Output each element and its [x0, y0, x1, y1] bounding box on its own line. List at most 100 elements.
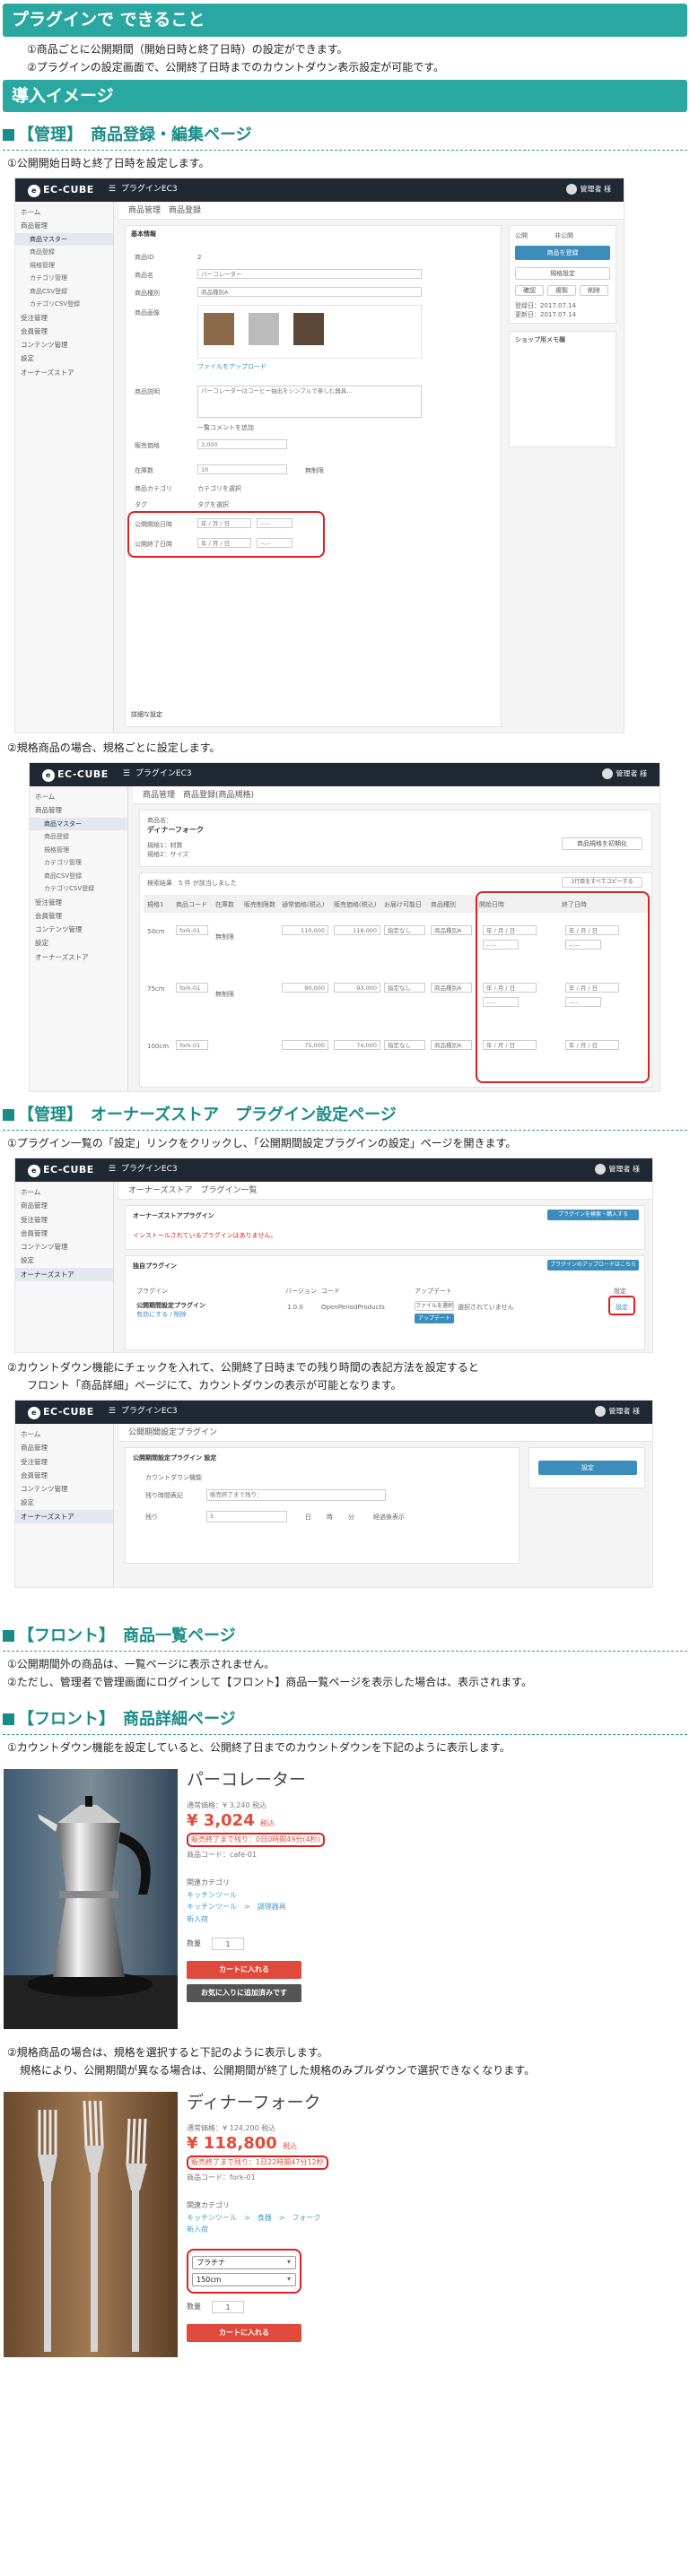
row2-unlimited[interactable]: 無制限	[215, 990, 234, 1000]
user-menu[interactable]: 管理者 様	[566, 184, 611, 195]
delete-button[interactable]: 削除	[580, 285, 608, 296]
sidebar-item-orders[interactable]: 受注管理	[15, 1213, 113, 1227]
row3-delivery-select[interactable]: 指定なし	[384, 1040, 425, 1050]
sidebar-item-cat-csv[interactable]: カテゴリCSV登録	[15, 298, 113, 311]
row3-kind-select[interactable]: 商品種別A	[431, 1040, 472, 1050]
image-dropzone[interactable]	[197, 305, 422, 359]
category-link-1[interactable]: キッチンツール > 食器 > フォーク	[187, 2212, 348, 2225]
add-to-cart-button[interactable]: カートに入れる	[187, 1961, 301, 1980]
material-select[interactable]: プラチナ	[192, 2255, 296, 2269]
file-select-button[interactable]: ファイルを選択	[415, 1301, 454, 1311]
sidebar-item-class[interactable]: 規格管理	[30, 844, 127, 857]
sidebar-item-contents[interactable]: コンテンツ管理	[15, 1482, 113, 1496]
row2-normal-price[interactable]: 90,000	[282, 983, 328, 993]
menu-icon[interactable]: ☰	[123, 768, 130, 781]
countdown-checkbox[interactable]: カウントダウン機能	[145, 1473, 202, 1483]
sidebar-item-cat-csv[interactable]: カテゴリCSV登録	[30, 882, 127, 896]
row2-kind-select[interactable]: 商品種別A	[431, 983, 472, 993]
sidebar-item-orders[interactable]: 受注管理	[15, 311, 113, 325]
menu-icon[interactable]: ☰	[109, 184, 116, 196]
sidebar-item-orders[interactable]: 受注管理	[30, 896, 127, 909]
spec-button[interactable]: 規格設定	[515, 267, 610, 280]
category-link-1[interactable]: キッチンツール	[187, 1889, 348, 1902]
sidebar-item-product-register[interactable]: 商品登録	[30, 830, 127, 844]
row1-kind-select[interactable]: 商品種別A	[431, 925, 472, 935]
tag-select[interactable]: タグを選択	[197, 500, 229, 510]
user-menu[interactable]: 管理者 様	[595, 1406, 640, 1418]
save-product-button[interactable]: 商品を登録	[515, 246, 610, 260]
detail-settings-toggle[interactable]: 詳細な設定	[131, 710, 162, 720]
stock-input[interactable]: 10	[197, 464, 287, 474]
sidebar-item-home[interactable]: ホーム	[30, 790, 127, 803]
row1-unlimited[interactable]: 無制限	[215, 932, 234, 942]
product-type-select[interactable]: 商品種別A	[197, 287, 422, 297]
row1-sale-price[interactable]: 118,000	[334, 925, 380, 935]
favorite-button[interactable]: お気に入りに追加済みです	[187, 1984, 301, 2003]
price-input[interactable]: 3,000	[197, 439, 287, 449]
user-menu[interactable]: 管理者 様	[602, 768, 647, 780]
public-radio[interactable]: 公開	[515, 231, 528, 241]
category-link-2[interactable]: キッチンツール > 調理器具	[187, 1901, 348, 1913]
sidebar-item-product-master[interactable]: 商品マスター	[30, 817, 127, 830]
sidebar-item-products[interactable]: 商品管理	[15, 219, 113, 232]
sidebar-item-settings[interactable]: 設定	[15, 1253, 113, 1267]
sidebar-item-contents[interactable]: コンテンツ管理	[15, 338, 113, 351]
private-radio[interactable]: 非公開	[555, 231, 573, 241]
quantity-input[interactable]: 1	[212, 1938, 244, 1951]
sidebar-item-contents[interactable]: コンテンツ管理	[30, 923, 127, 936]
row1-normal-price[interactable]: 110,000	[282, 925, 328, 935]
size-select[interactable]: 150cm	[192, 2272, 296, 2286]
reset-class-button[interactable]: 商品規格を初期化	[562, 837, 642, 850]
sidebar-item-home[interactable]: ホーム	[15, 205, 113, 219]
sidebar-item-products[interactable]: 商品管理	[15, 1441, 113, 1454]
sidebar-item-customers[interactable]: 会員管理	[15, 325, 113, 338]
sidebar-item-category[interactable]: カテゴリ管理	[30, 856, 127, 870]
radio-hour[interactable]: 時	[327, 1513, 333, 1522]
sidebar-item-products[interactable]: 商品管理	[30, 803, 127, 817]
row1-delivery-select[interactable]: 指定なし	[384, 925, 425, 935]
save-setting-button[interactable]: 設定	[538, 1461, 637, 1475]
sidebar-item-orders[interactable]: 受注管理	[15, 1455, 113, 1469]
category-link-2[interactable]: 新入荷	[187, 2224, 348, 2236]
remaining-input[interactable]: 5	[206, 1511, 287, 1522]
add-comment-link[interactable]: 一覧コメントを追加	[197, 423, 254, 433]
preview-button[interactable]: 確認	[515, 285, 544, 296]
sidebar-item-products[interactable]: 商品管理	[15, 1199, 113, 1212]
sidebar-item-store[interactable]: オーナーズストア	[15, 366, 113, 379]
row2-delivery-select[interactable]: 指定なし	[384, 983, 425, 993]
product-name-input[interactable]: パーコレーター	[197, 269, 422, 279]
sidebar-item-category[interactable]: カテゴリ管理	[15, 272, 113, 285]
sidebar-item-customers[interactable]: 会員管理	[30, 909, 127, 923]
upload-link[interactable]: ファイルをアップロード	[197, 362, 266, 372]
search-plugin-button[interactable]: プラグインを検索・購入する	[547, 1210, 639, 1220]
update-plugin-button[interactable]: アップデート	[415, 1314, 454, 1323]
sidebar-item-settings[interactable]: 設定	[15, 351, 113, 365]
row3-normal-price[interactable]: 75,000	[282, 1040, 328, 1050]
sidebar-item-store[interactable]: オーナーズストア	[15, 1267, 113, 1281]
sidebar-item-product-register[interactable]: 商品登録	[15, 246, 113, 259]
menu-icon[interactable]: ☰	[109, 1164, 116, 1176]
sidebar-item-customers[interactable]: 会員管理	[15, 1469, 113, 1482]
row2-code-input[interactable]: fork-01	[176, 983, 208, 993]
add-to-cart-button[interactable]: カートに入れる	[187, 2323, 301, 2342]
sidebar-item-csv[interactable]: 商品CSV登録	[15, 285, 113, 299]
sidebar-item-csv[interactable]: 商品CSV登録	[30, 870, 127, 883]
sidebar-item-contents[interactable]: コンテンツ管理	[15, 1240, 113, 1253]
quantity-input[interactable]: 1	[212, 2300, 244, 2313]
row2-sale-price[interactable]: 93,000	[334, 983, 380, 993]
copy-first-row-button[interactable]: 1行目をすべてコピーする	[562, 877, 642, 888]
label-text-input[interactable]: 販売終了まで残り：	[206, 1489, 386, 1501]
row3-code-input[interactable]: fork-01	[176, 1040, 208, 1050]
product-desc-textarea[interactable]: パーコレーターはコーヒー抽出をシンプルで楽しむ器具…	[197, 386, 422, 418]
unlimited-checkbox[interactable]: 無制限	[305, 466, 324, 476]
sidebar-item-product-master[interactable]: 商品マスター	[15, 232, 113, 246]
copy-button[interactable]: 複製	[547, 285, 576, 296]
user-menu[interactable]: 管理者 様	[595, 1164, 640, 1175]
sidebar-item-settings[interactable]: 設定	[15, 1496, 113, 1509]
sidebar-item-settings[interactable]: 設定	[30, 936, 127, 950]
sidebar-item-store[interactable]: オーナーズストア	[15, 1509, 113, 1523]
sidebar-item-store[interactable]: オーナーズストア	[30, 950, 127, 964]
row1-code-input[interactable]: fork-01	[176, 925, 208, 935]
sidebar-item-home[interactable]: ホーム	[15, 1427, 113, 1441]
radio-day[interactable]: 日	[305, 1513, 311, 1522]
